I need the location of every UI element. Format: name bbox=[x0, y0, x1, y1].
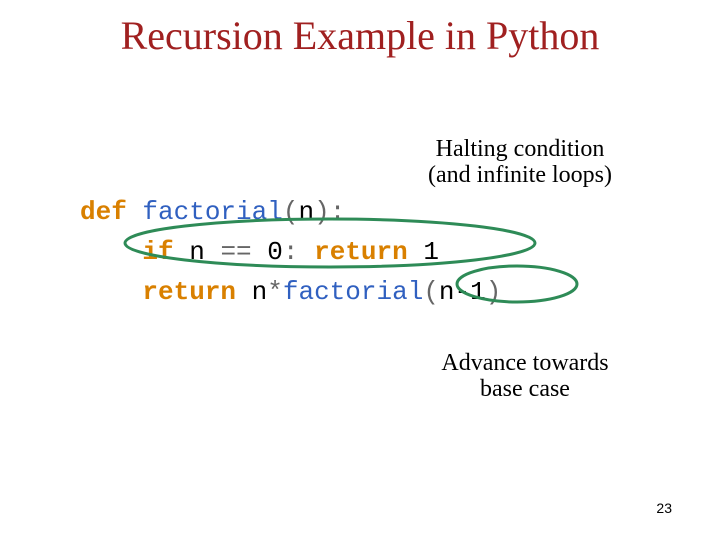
keyword-return: return bbox=[314, 237, 408, 267]
keyword-return: return bbox=[142, 277, 236, 307]
op-star: * bbox=[267, 277, 283, 307]
page-number: 23 bbox=[656, 500, 672, 516]
return-val-1: 1 bbox=[408, 237, 439, 267]
paren-close: ) bbox=[314, 197, 330, 227]
arg-n-minus-1: n-1 bbox=[439, 277, 486, 307]
slide-title: Recursion Example in Python bbox=[0, 12, 720, 59]
expr-n: n bbox=[236, 277, 267, 307]
paren-close: ) bbox=[486, 277, 502, 307]
cond-rhs: 0 bbox=[252, 237, 283, 267]
arg-n: n bbox=[298, 197, 314, 227]
annotation-advance-base-case: Advance towardsbase case bbox=[400, 350, 650, 403]
paren-open: ( bbox=[423, 277, 439, 307]
colon: : bbox=[330, 197, 346, 227]
function-call: factorial bbox=[283, 277, 423, 307]
code-block: def factorial(n): if n == 0: return 1 re… bbox=[80, 192, 501, 312]
colon: : bbox=[283, 237, 299, 267]
keyword-if: if bbox=[142, 237, 173, 267]
cond-lhs: n bbox=[174, 237, 221, 267]
op-eq: == bbox=[220, 237, 251, 267]
paren-open: ( bbox=[283, 197, 299, 227]
function-name: factorial bbox=[142, 197, 282, 227]
keyword-def: def bbox=[80, 197, 127, 227]
annotation-halting-condition: Halting condition(and infinite loops) bbox=[390, 136, 650, 189]
